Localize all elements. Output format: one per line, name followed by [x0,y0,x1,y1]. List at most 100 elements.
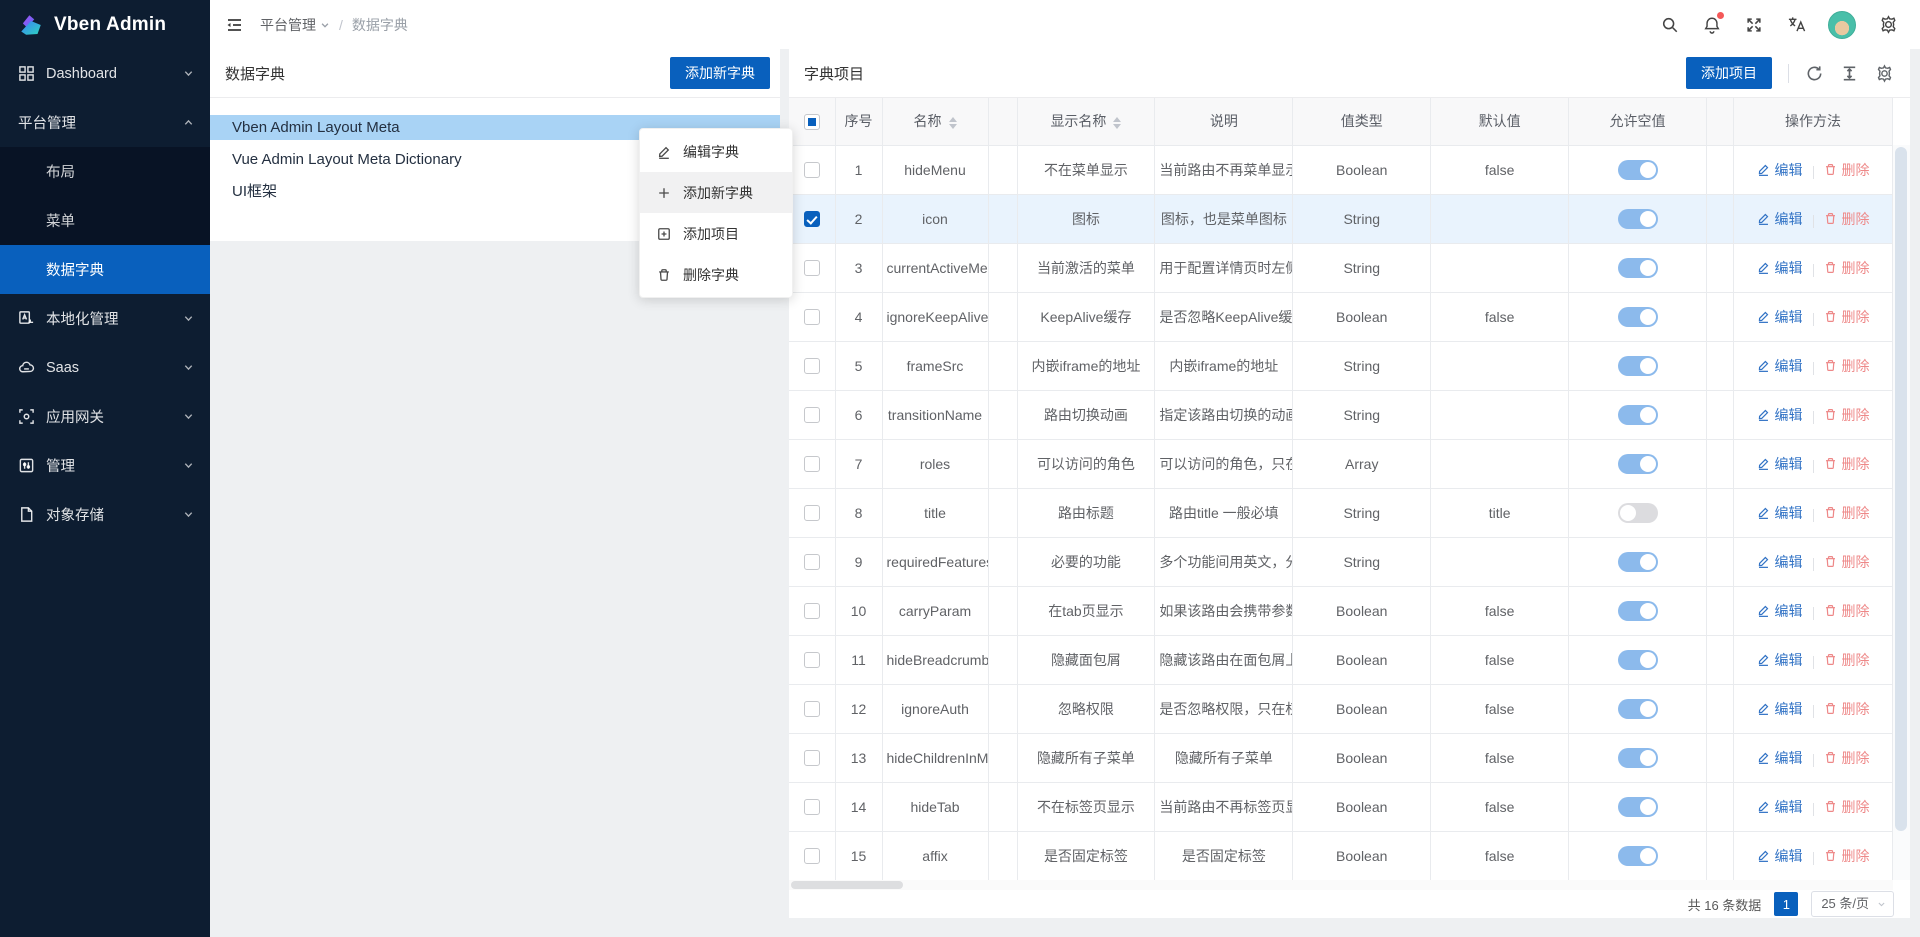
settings-gear-icon[interactable] [1878,15,1898,35]
allow-empty-toggle[interactable] [1618,405,1658,425]
delete-row-button[interactable]: 删除 [1824,699,1870,719]
sidebar-item-storage[interactable]: 对象存储 [0,490,210,539]
user-avatar[interactable] [1828,11,1856,39]
allow-empty-toggle[interactable] [1618,699,1658,719]
edit-row-button[interactable]: 编辑 [1757,307,1803,327]
row-checkbox[interactable] [804,652,820,668]
delete-row-button[interactable]: 删除 [1824,356,1870,376]
row-checkbox[interactable] [804,358,820,374]
edit-row-button[interactable]: 编辑 [1757,748,1803,768]
allow-empty-toggle[interactable] [1618,307,1658,327]
delete-row-button[interactable]: 删除 [1824,552,1870,572]
row-height-icon[interactable] [1840,64,1859,83]
column-settings-gear-icon[interactable] [1875,64,1894,83]
sidebar-subitem[interactable]: 数据字典 [0,245,210,294]
row-checkbox[interactable] [804,848,820,864]
row-checkbox[interactable] [804,162,820,178]
edit-row-button[interactable]: 编辑 [1757,454,1803,474]
allow-empty-toggle[interactable] [1618,552,1658,572]
allow-empty-toggle[interactable] [1618,601,1658,621]
edit-row-button[interactable]: 编辑 [1757,160,1803,180]
allow-empty-toggle[interactable] [1618,160,1658,180]
context-menu-item[interactable]: 添加新字典 [640,172,792,213]
row-checkbox[interactable] [804,211,820,227]
delete-row-button[interactable]: 删除 [1824,846,1870,866]
horizontal-scrollbar[interactable] [789,880,1893,890]
allow-empty-toggle[interactable] [1618,650,1658,670]
row-checkbox[interactable] [804,603,820,619]
allow-empty-toggle[interactable] [1618,356,1658,376]
context-menu-item[interactable]: 删除字典 [640,254,792,295]
vertical-scrollbar-thumb[interactable] [1895,147,1907,831]
search-icon[interactable] [1660,15,1680,35]
sidebar-item-gateway[interactable]: 应用网关 [0,392,210,441]
row-checkbox[interactable] [804,260,820,276]
row-checkbox[interactable] [804,407,820,423]
edit-row-button[interactable]: 编辑 [1757,503,1803,523]
allow-empty-toggle[interactable] [1618,258,1658,278]
allow-empty-toggle[interactable] [1618,846,1658,866]
add-item-button[interactable]: 添加项目 [1686,57,1772,89]
sidebar-subitem[interactable]: 布局 [0,147,210,196]
row-checkbox[interactable] [804,505,820,521]
allow-empty-toggle[interactable] [1618,748,1658,768]
edit-row-button[interactable]: 编辑 [1757,699,1803,719]
delete-row-button[interactable]: 删除 [1824,209,1870,229]
notification-bell-icon[interactable] [1702,15,1722,35]
select-all-checkbox[interactable] [804,114,820,130]
translate-icon[interactable] [1786,15,1806,35]
edit-row-button[interactable]: 编辑 [1757,797,1803,817]
allow-empty-toggle[interactable] [1618,503,1658,523]
column-header-checkbox[interactable] [789,98,835,145]
sidebar-item-management[interactable]: 管理 [0,441,210,490]
edit-row-button[interactable]: 编辑 [1757,846,1803,866]
allow-empty-toggle[interactable] [1618,209,1658,229]
page-1-button[interactable]: 1 [1774,892,1798,916]
delete-row-button[interactable]: 删除 [1824,797,1870,817]
allow-empty-toggle[interactable] [1618,454,1658,474]
row-checkbox[interactable] [804,750,820,766]
page-size-select[interactable]: 25 条/页 [1811,891,1894,917]
row-checkbox[interactable] [804,554,820,570]
row-checkbox[interactable] [804,701,820,717]
column-header-display_name[interactable]: 显示名称 [1017,98,1155,145]
logo[interactable]: Vben Admin [0,0,210,49]
allow-empty-toggle[interactable] [1618,797,1658,817]
breadcrumb-item-platform[interactable]: 平台管理 [260,15,330,35]
sidebar-collapse-icon[interactable] [224,14,246,36]
edit-row-button[interactable]: 编辑 [1757,650,1803,670]
sidebar-item-saas[interactable]: Saas [0,343,210,392]
sidebar-item-localization[interactable]: 本地化管理 [0,294,210,343]
row-checkbox[interactable] [804,456,820,472]
edit-row-button[interactable]: 编辑 [1757,405,1803,425]
vertical-scrollbar[interactable] [1893,145,1910,880]
delete-row-button[interactable]: 删除 [1824,503,1870,523]
horizontal-scrollbar-thumb[interactable] [791,881,903,889]
delete-row-button[interactable]: 删除 [1824,258,1870,278]
delete-row-button[interactable]: 删除 [1824,160,1870,180]
sidebar-item-platform[interactable]: 平台管理 [0,98,210,147]
context-menu-item[interactable]: 添加项目 [640,213,792,254]
delete-row-button[interactable]: 删除 [1824,601,1870,621]
column-header-name[interactable]: 名称 [882,98,988,145]
delete-row-button[interactable]: 删除 [1824,748,1870,768]
delete-row-button[interactable]: 删除 [1824,405,1870,425]
sidebar-item-dashboard[interactable]: Dashboard [0,49,210,98]
row-checkbox[interactable] [804,799,820,815]
edit-row-button[interactable]: 编辑 [1757,356,1803,376]
delete-row-button[interactable]: 删除 [1824,650,1870,670]
add-dictionary-button[interactable]: 添加新字典 [670,57,770,89]
edit-row-button[interactable]: 编辑 [1757,258,1803,278]
edit-row-button[interactable]: 编辑 [1757,209,1803,229]
context-menu-item[interactable]: 编辑字典 [640,131,792,172]
edit-row-button[interactable]: 编辑 [1757,601,1803,621]
delete-row-button[interactable]: 删除 [1824,307,1870,327]
refresh-icon[interactable] [1805,64,1824,83]
sort-icon[interactable] [1113,117,1121,129]
sidebar-subitem[interactable]: 菜单 [0,196,210,245]
fullscreen-icon[interactable] [1744,15,1764,35]
sort-icon[interactable] [949,117,957,129]
row-checkbox[interactable] [804,309,820,325]
delete-row-button[interactable]: 删除 [1824,454,1870,474]
edit-row-button[interactable]: 编辑 [1757,552,1803,572]
